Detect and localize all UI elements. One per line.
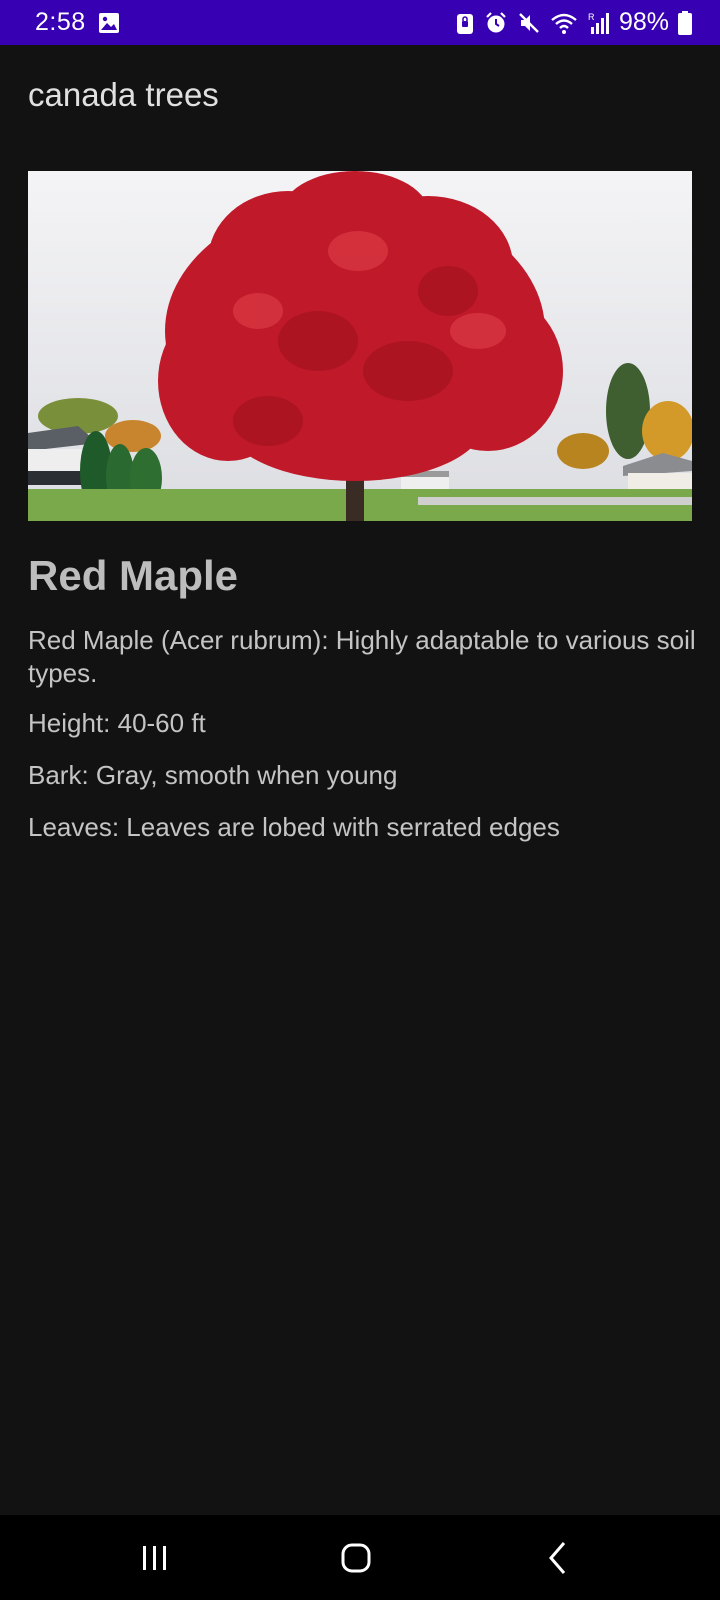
- app-bar: canada trees: [0, 45, 720, 145]
- nav-bar: [0, 1515, 720, 1600]
- status-right: R 98%: [446, 8, 692, 37]
- battery-icon: [678, 10, 692, 35]
- back-button[interactable]: [518, 1515, 598, 1600]
- tree-name: Red Maple: [28, 552, 239, 599]
- back-icon: [549, 1541, 566, 1574]
- tree-description: Red Maple (Acer rubrum): Highly adaptabl…: [28, 625, 696, 688]
- signal-icon: R: [587, 11, 609, 35]
- tree-bark: Bark: Gray, smooth when young: [28, 760, 398, 790]
- tree-height: Height: 40-60 ft: [28, 708, 206, 738]
- status-time: 2:58: [35, 8, 86, 36]
- tree-image: [28, 171, 692, 521]
- status-bar: 2:58 R 98%: [0, 0, 720, 45]
- mute-icon: [517, 11, 541, 35]
- alarm-icon: [484, 11, 508, 35]
- lock-icon: [455, 11, 475, 35]
- recents-button[interactable]: [115, 1515, 195, 1600]
- svg-text:R: R: [588, 12, 595, 22]
- tree-leaves: Leaves: Leaves are lobed with serrated e…: [28, 812, 560, 842]
- home-button[interactable]: [316, 1515, 396, 1600]
- gallery-icon: [98, 12, 120, 34]
- status-left: 2:58: [35, 8, 120, 37]
- app-title: canada trees: [28, 76, 219, 113]
- battery-text: 98%: [618, 8, 669, 36]
- recents-icon: [143, 1545, 166, 1570]
- home-icon: [341, 1543, 371, 1572]
- wifi-icon: [550, 11, 578, 35]
